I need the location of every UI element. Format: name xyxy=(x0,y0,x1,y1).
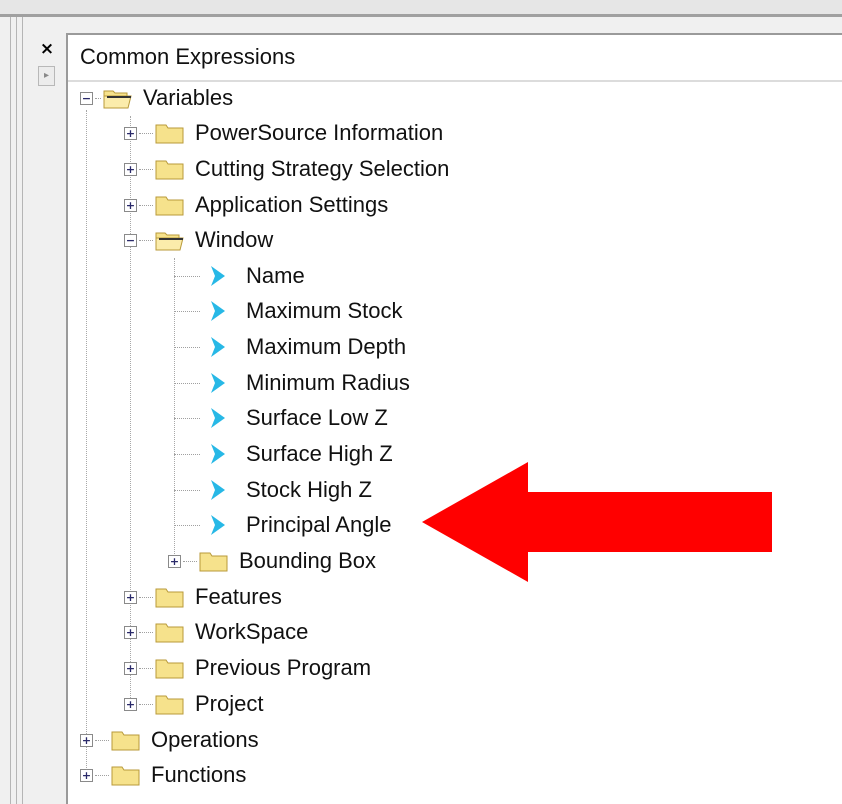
tree-item-cutting-strategy-selection[interactable]: + Cutting Strategy Selection xyxy=(124,151,449,187)
folder-open-icon xyxy=(103,87,133,109)
scroll-right-button[interactable]: ▸ xyxy=(38,66,55,86)
tree-leaf-surface-low-z[interactable]: Surface Low Z xyxy=(174,400,388,436)
tree-item-functions[interactable]: + Functions xyxy=(80,757,246,793)
tree-item-label: Bounding Box xyxy=(239,548,376,573)
tree-guide-line xyxy=(86,110,87,776)
folder-icon xyxy=(155,586,185,608)
folder-icon xyxy=(155,621,185,643)
tree-item-label: Maximum Stock xyxy=(246,298,403,323)
expand-toggle[interactable]: + xyxy=(124,162,137,176)
tree-item-label: Surface Low Z xyxy=(246,405,388,430)
variable-arrow-icon xyxy=(211,301,225,321)
tree-item-variables[interactable]: − Variables xyxy=(80,80,233,116)
collapse-toggle[interactable]: − xyxy=(80,91,93,105)
tree-item-label: Cutting Strategy Selection xyxy=(195,156,450,181)
expand-toggle[interactable]: + xyxy=(124,126,137,140)
tree-item-label: Operations xyxy=(151,727,259,752)
tree-leaf-name[interactable]: Name xyxy=(174,258,305,294)
expand-toggle[interactable]: + xyxy=(124,625,137,639)
tree-item-workspace[interactable]: + WorkSpace xyxy=(124,614,308,650)
tree-item-label: Minimum Radius xyxy=(246,370,410,395)
red-arrow-annotation xyxy=(422,462,772,582)
tree-item-label: Features xyxy=(195,584,282,609)
variable-arrow-icon xyxy=(211,444,225,464)
expand-toggle[interactable]: + xyxy=(80,733,93,747)
tree-item-label: Project xyxy=(195,691,264,716)
folder-icon xyxy=(155,693,185,715)
expand-toggle[interactable]: + xyxy=(124,590,137,604)
variable-arrow-icon xyxy=(211,373,225,393)
tree-item-label: Functions xyxy=(151,762,247,787)
expand-toggle[interactable]: + xyxy=(124,661,137,675)
tree-item-label: Application Settings xyxy=(195,192,389,217)
tree-leaf-principal-angle[interactable]: Principal Angle xyxy=(174,507,392,543)
folder-icon xyxy=(155,158,185,180)
tree-item-label: WorkSpace xyxy=(195,619,309,644)
tree-item-project[interactable]: + Project xyxy=(124,686,263,722)
left-rail xyxy=(0,17,70,804)
folder-icon xyxy=(155,122,185,144)
tree-leaf-surface-high-z[interactable]: Surface High Z xyxy=(174,436,393,472)
expand-toggle[interactable]: + xyxy=(124,198,137,212)
tree-item-label: PowerSource Information xyxy=(195,120,444,145)
top-toolbar-strip xyxy=(0,0,842,17)
close-button[interactable]: × xyxy=(38,40,56,58)
expand-toggle[interactable]: + xyxy=(80,768,93,782)
tree-item-label: Principal Angle xyxy=(246,512,392,537)
tree-item-label: Maximum Depth xyxy=(246,334,407,359)
tree-item-features[interactable]: + Features xyxy=(124,579,282,615)
folder-icon xyxy=(199,550,229,572)
tree-item-operations[interactable]: + Operations xyxy=(80,722,259,758)
tree-leaf-minimum-radius[interactable]: Minimum Radius xyxy=(174,365,410,401)
variable-arrow-icon xyxy=(211,266,225,286)
rail-line xyxy=(10,17,11,804)
tree-leaf-stock-high-z[interactable]: Stock High Z xyxy=(174,472,372,508)
variable-arrow-icon xyxy=(211,408,225,428)
folder-icon xyxy=(111,729,141,751)
folder-icon xyxy=(155,194,185,216)
tree-item-previous-program[interactable]: + Previous Program xyxy=(124,650,371,686)
variable-arrow-icon xyxy=(211,337,225,357)
collapse-toggle[interactable]: − xyxy=(124,233,137,247)
tree-item-bounding-box[interactable]: + Bounding Box xyxy=(168,543,376,579)
tree-item-label: Previous Program xyxy=(195,655,372,680)
folder-open-icon xyxy=(155,229,185,251)
expand-toggle[interactable]: + xyxy=(124,697,137,711)
tree-item-label: Window xyxy=(195,227,274,252)
tree-leaf-maximum-depth[interactable]: Maximum Depth xyxy=(174,329,406,365)
tree-item-label: Variables xyxy=(143,85,234,110)
tree-item-label: Surface High Z xyxy=(246,441,393,466)
variable-arrow-icon xyxy=(211,515,225,535)
rail-line xyxy=(16,17,17,804)
tree-item-window[interactable]: − Window xyxy=(124,222,273,258)
tree-item-application-settings[interactable]: + Application Settings xyxy=(124,187,388,223)
folder-icon xyxy=(111,764,141,786)
panel-title: Common Expressions xyxy=(80,44,296,69)
expand-toggle[interactable]: + xyxy=(168,554,181,568)
tree-item-label: Stock High Z xyxy=(246,477,372,502)
tree-leaf-maximum-stock[interactable]: Maximum Stock xyxy=(174,293,402,329)
tree-item-label: Name xyxy=(246,263,305,288)
folder-icon xyxy=(155,657,185,679)
rail-line xyxy=(22,17,23,804)
variable-arrow-icon xyxy=(211,480,225,500)
tree-item-powersource-information[interactable]: + PowerSource Information xyxy=(124,115,443,151)
